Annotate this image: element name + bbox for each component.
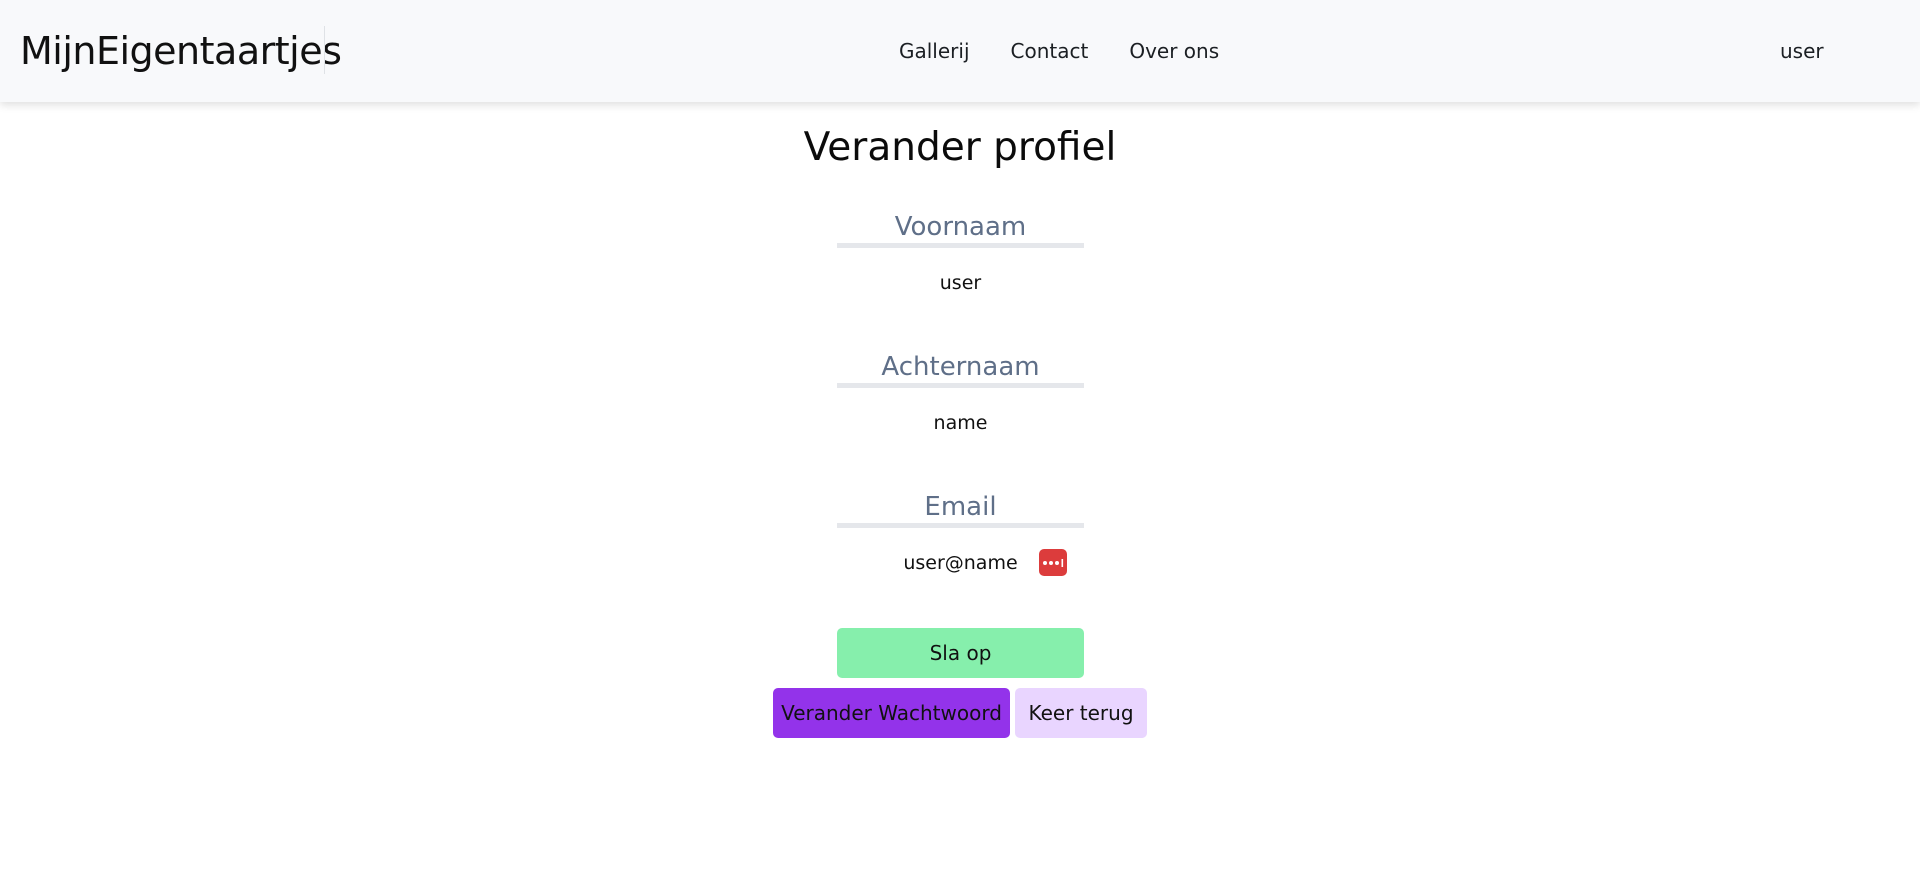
lastname-label: Achternaam [881, 352, 1040, 382]
brand-divider [324, 26, 325, 74]
top-navbar: MijnEigentaartjes Gallerij Contact Over … [0, 0, 1920, 102]
user-menu-link[interactable]: user [1780, 34, 1824, 68]
nav-link-gallerij[interactable]: Gallerij [899, 34, 970, 68]
lastname-input[interactable] [837, 406, 1084, 440]
password-manager-icon[interactable] [1039, 549, 1067, 576]
change-password-button[interactable]: Verander Wachtwoord [773, 688, 1010, 738]
nav-link-contact[interactable]: Contact [1011, 34, 1089, 68]
dots-icon [1043, 558, 1064, 567]
firstname-input[interactable] [837, 266, 1084, 300]
nav-links: Gallerij Contact Over ons [899, 34, 1219, 68]
email-label: Email [924, 492, 997, 522]
nav-link-over-ons[interactable]: Over ons [1129, 34, 1219, 68]
brand-logo-link[interactable]: MijnEigentaartjes [20, 26, 342, 76]
firstname-label: Voornaam [894, 212, 1027, 242]
email-underline [837, 523, 1084, 528]
firstname-underline [837, 243, 1084, 248]
page-title: Verander profiel [803, 125, 1117, 170]
back-button[interactable]: Keer terug [1015, 688, 1147, 738]
save-button[interactable]: Sla op [837, 628, 1084, 678]
lastname-underline [837, 383, 1084, 388]
